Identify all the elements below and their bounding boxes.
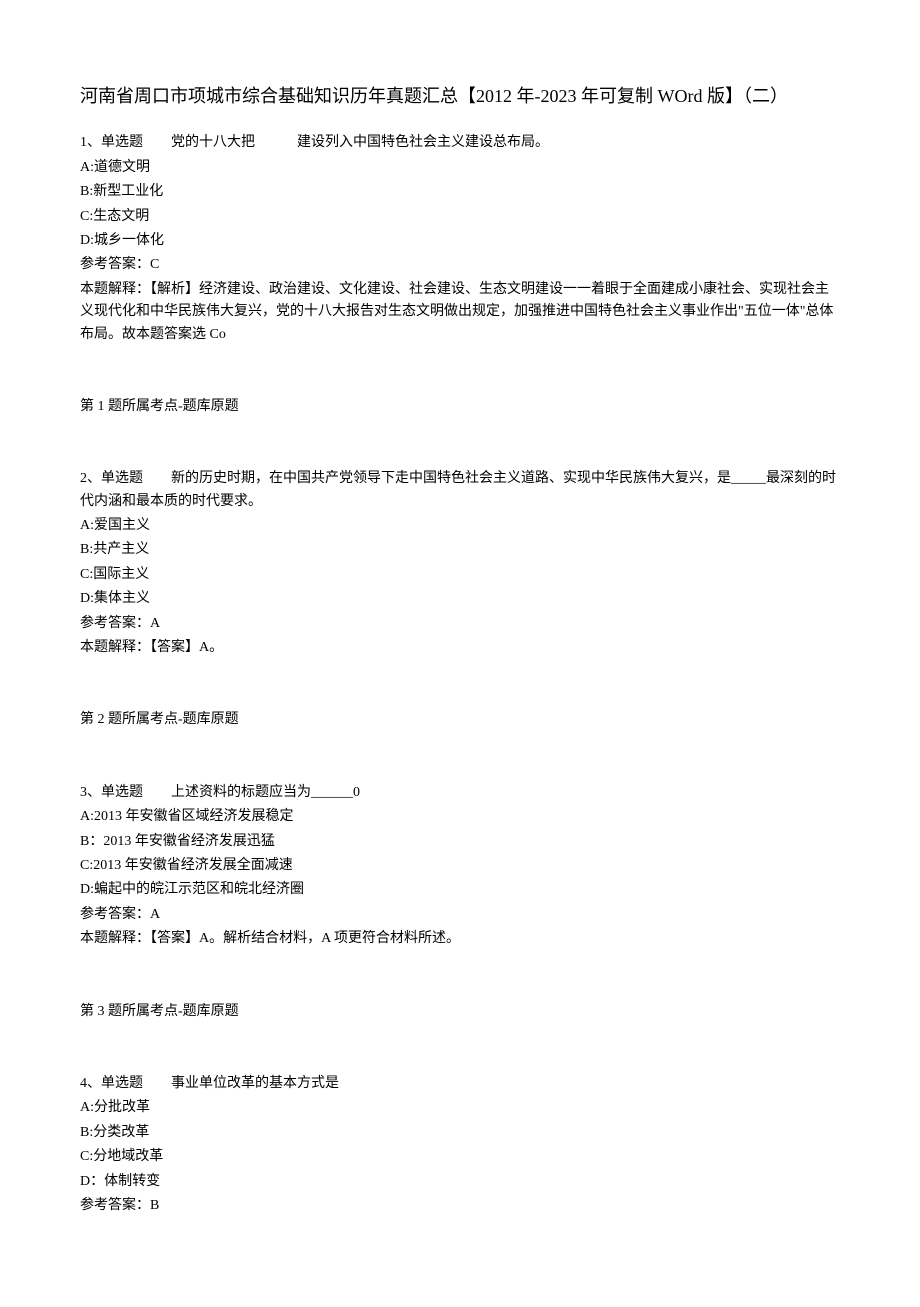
option-d: D：体制转变 [80, 1171, 840, 1193]
explanation: 本题解释：【答案】A。解析结合材料，A 项更符合材料所述。 [80, 928, 840, 950]
topic-reference: 第 2 题所属考点-题库原题 [80, 709, 840, 731]
option-d: D:蝙起中的皖江示范区和皖北经济圈 [80, 879, 840, 901]
question-text: 3、单选题 上述资料的标题应当为______0 [80, 782, 840, 804]
option-d: D:集体主义 [80, 588, 840, 610]
option-b: B:新型工业化 [80, 181, 840, 203]
option-b: B:共产主义 [80, 539, 840, 561]
option-c: C:2013 年安徽省经济发展全面减速 [80, 855, 840, 877]
question-4: 4、单选题 事业单位改革的基本方式是 A:分批改革 B:分类改革 C:分地域改革… [80, 1073, 840, 1217]
explanation: 本题解释：【答案】A。 [80, 637, 840, 659]
topic-reference: 第 1 题所属考点-题库原题 [80, 396, 840, 418]
answer-ref: 参考答案：A [80, 904, 840, 926]
question-text: 2、单选题 新的历史时期，在中国共产党领导下走中国特色社会主义道路、实现中华民族… [80, 468, 840, 513]
option-c: C:生态文明 [80, 206, 840, 228]
option-a: A:分批改革 [80, 1097, 840, 1119]
question-text: 1、单选题 党的十八大把 建设列入中国特色社会主义建设总布局。 [80, 132, 840, 154]
question-3: 3、单选题 上述资料的标题应当为______0 A:2013 年安徽省区域经济发… [80, 782, 840, 1023]
question-1: 1、单选题 党的十八大把 建设列入中国特色社会主义建设总布局。 A:道德文明 B… [80, 132, 840, 418]
option-b: B：2013 年安徽省经济发展迅猛 [80, 831, 840, 853]
topic-reference: 第 3 题所属考点-题库原题 [80, 1001, 840, 1023]
option-c: C:国际主义 [80, 564, 840, 586]
option-c: C:分地域改革 [80, 1146, 840, 1168]
option-a: A:道德文明 [80, 157, 840, 179]
answer-ref: 参考答案：C [80, 254, 840, 276]
document-title: 河南省周口市项城市综合基础知识历年真题汇总【2012 年-2023 年可复制 W… [80, 80, 840, 112]
option-b: B:分类改革 [80, 1122, 840, 1144]
question-text: 4、单选题 事业单位改革的基本方式是 [80, 1073, 840, 1095]
option-a: A:2013 年安徽省区域经济发展稳定 [80, 806, 840, 828]
option-a: A:爱国主义 [80, 515, 840, 537]
answer-ref: 参考答案：B [80, 1195, 840, 1217]
answer-ref: 参考答案：A [80, 613, 840, 635]
question-2: 2、单选题 新的历史时期，在中国共产党领导下走中国特色社会主义道路、实现中华民族… [80, 468, 840, 732]
option-d: D:城乡一体化 [80, 230, 840, 252]
explanation: 本题解释：【解析】经济建设、政治建设、文化建设、社会建设、生态文明建设一一着眼于… [80, 279, 840, 346]
